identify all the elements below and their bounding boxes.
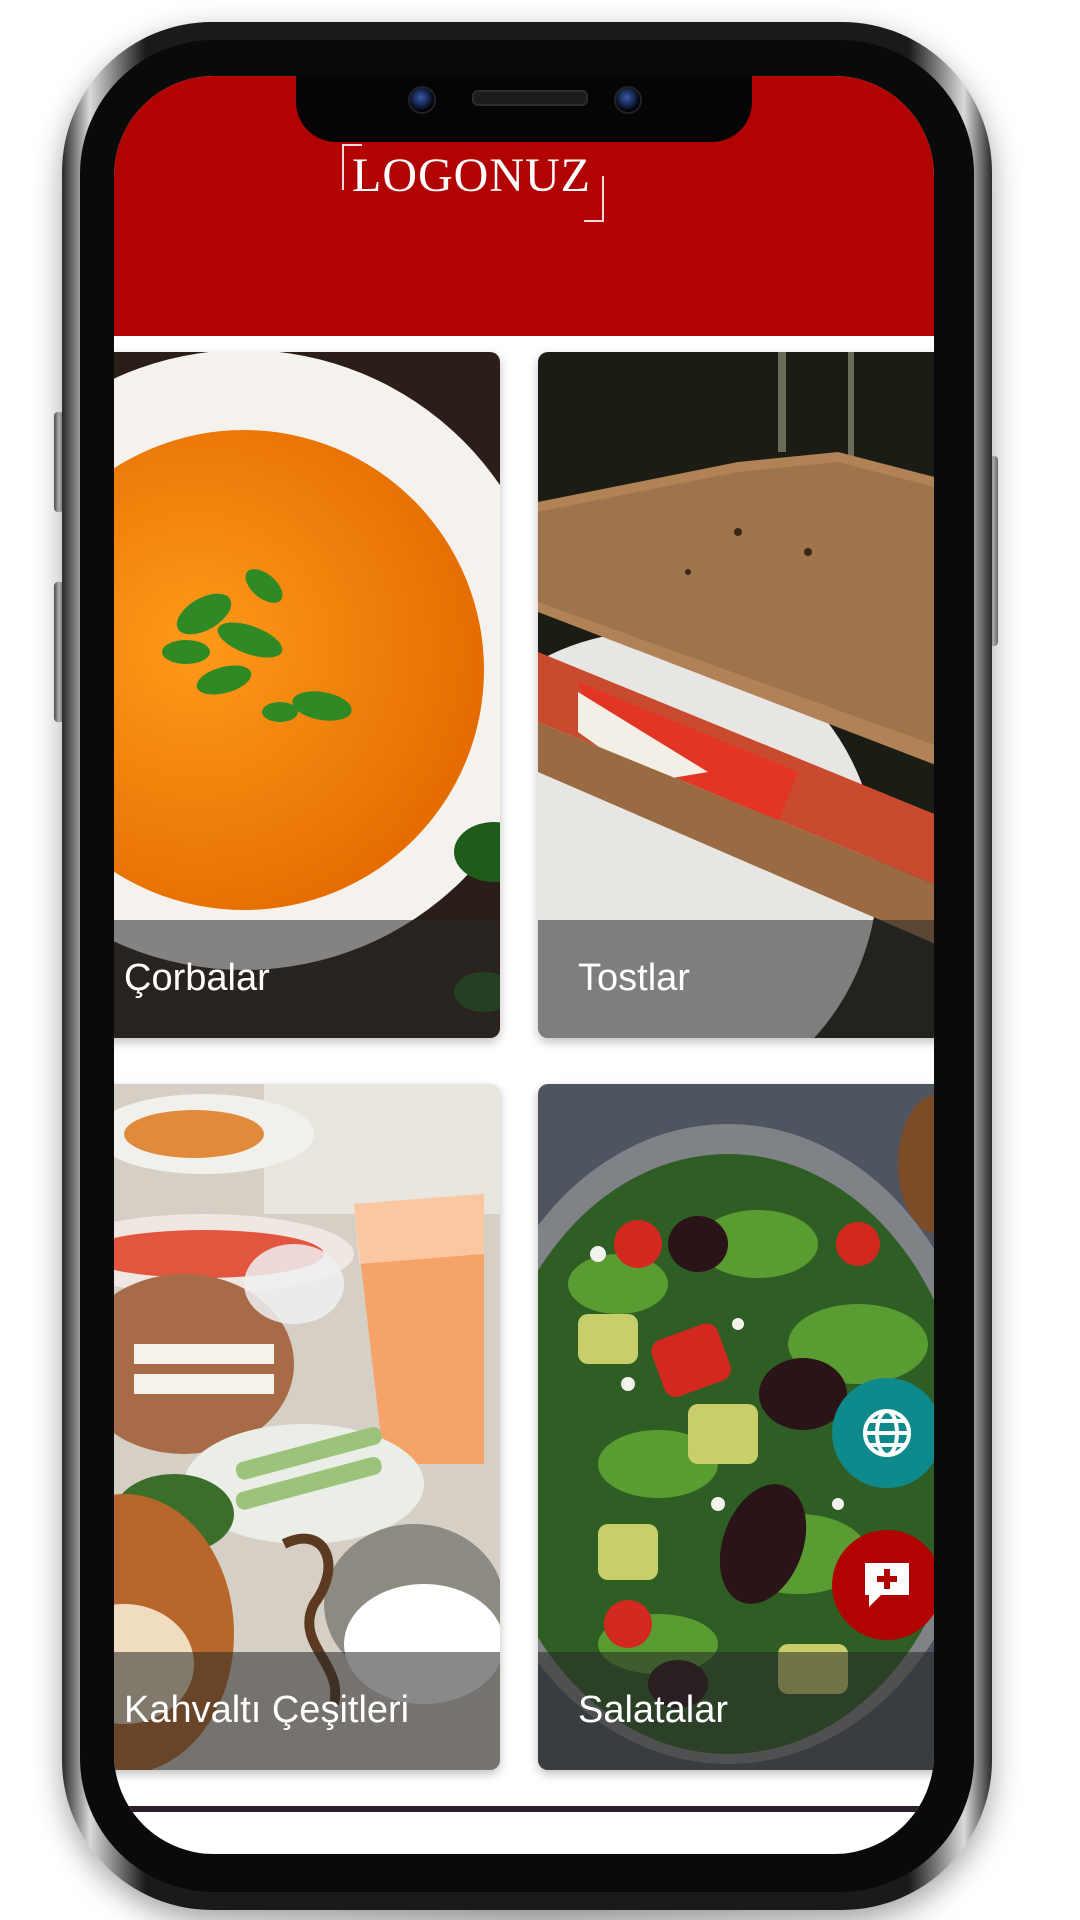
device-mockup: LOGONUZ Çorbalar Tostlar Kahvaltı Çeşitl… — [0, 0, 1080, 1920]
tile-caption: Salatalar — [538, 1652, 934, 1770]
notch — [296, 76, 752, 142]
logo[interactable]: LOGONUZ — [342, 142, 604, 222]
tile-caption: Kahvaltı Çeşitleri — [114, 1652, 500, 1770]
sensor — [614, 86, 642, 114]
earpiece-speaker — [472, 90, 588, 106]
category-label: Tostlar — [578, 957, 690, 999]
category-tile-toasts[interactable]: Tostlar — [538, 352, 934, 1038]
category-tile-breakfast[interactable]: Kahvaltı Çeşitleri — [114, 1084, 500, 1770]
category-tile-soups[interactable]: Çorbalar — [114, 352, 500, 1038]
logo-text: LOGONUZ — [352, 149, 591, 202]
phone-screen: LOGONUZ Çorbalar Tostlar Kahvaltı Çeşitl… — [114, 76, 934, 1854]
category-label: Kahvaltı Çeşitleri — [124, 1689, 410, 1731]
globe-icon — [863, 1409, 911, 1457]
tile-caption: Tostlar — [538, 920, 934, 1038]
front-camera — [408, 86, 436, 114]
order-button[interactable] — [832, 1530, 934, 1640]
tile-caption: Çorbalar — [114, 920, 500, 1038]
language-button[interactable] — [832, 1378, 934, 1488]
chat-plus-icon — [865, 1563, 909, 1607]
category-label: Salatalar — [578, 1689, 728, 1731]
bottom-divider — [114, 1806, 934, 1812]
category-label: Çorbalar — [124, 957, 270, 999]
